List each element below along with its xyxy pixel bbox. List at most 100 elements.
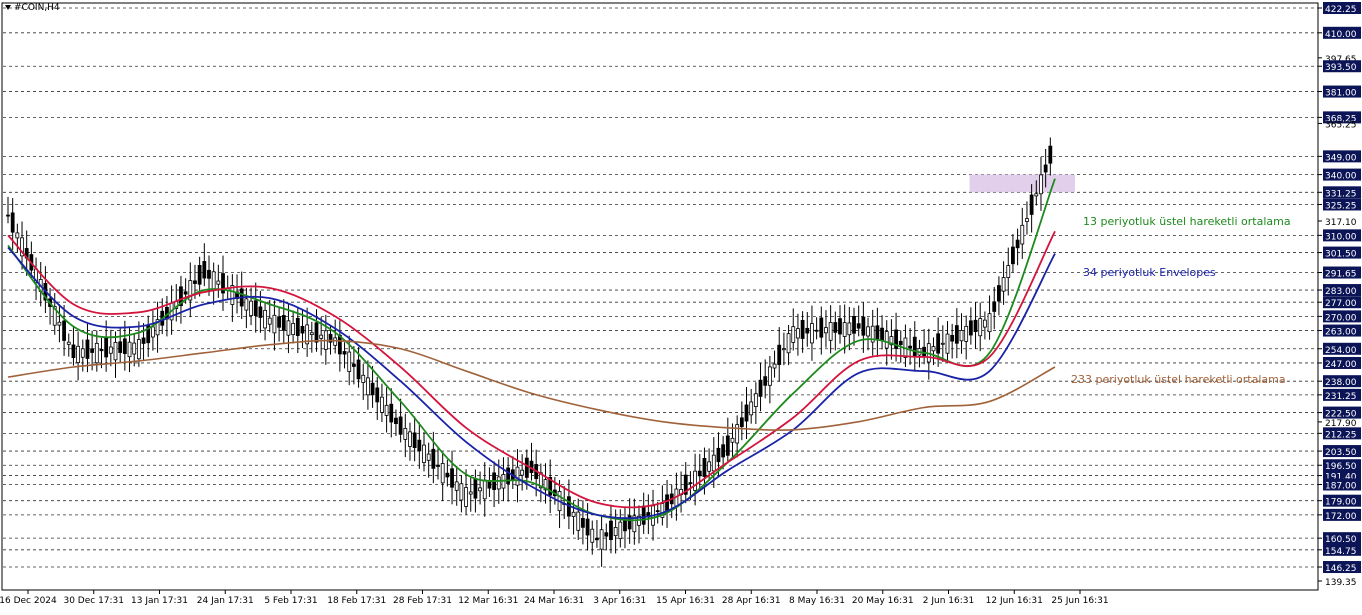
candle-up: [931, 346, 936, 352]
price-tag-label: 254.00: [1325, 346, 1357, 356]
candle-up: [113, 341, 118, 361]
candle-down: [1015, 239, 1020, 249]
candle-up: [244, 298, 249, 311]
price-tag-label: 410.00: [1325, 30, 1357, 40]
time-axis-label: 12 Jun 16:31: [986, 596, 1043, 606]
candle-down: [665, 494, 669, 511]
candle-up: [366, 377, 370, 396]
candle-down: [473, 478, 478, 499]
candle-down: [71, 344, 76, 358]
candle-down: [281, 315, 286, 331]
candle-up: [127, 341, 132, 358]
candle-down: [122, 338, 127, 354]
time-axis-label: 20 May 16:31: [852, 596, 914, 606]
price-tag-label: 393.50: [1325, 63, 1357, 73]
candle-down: [356, 359, 361, 380]
price-tag-label: 422.25: [1325, 5, 1357, 15]
symbol-text: #COIN,H4: [14, 3, 60, 13]
candle-up: [496, 476, 501, 490]
candle-up: [772, 363, 777, 369]
candle-up: [1034, 193, 1039, 197]
candle-up: [824, 327, 828, 334]
candle-down: [253, 300, 258, 316]
candle-down: [725, 435, 730, 456]
candle-up: [291, 323, 296, 336]
price-tag-label: 263.00: [1325, 328, 1357, 338]
candle-down: [805, 327, 810, 334]
time-axis-label: 15 Apr 16:31: [656, 596, 715, 606]
ema233-annotation: 233 periyotluk üstel hareketli ortalama: [1071, 373, 1286, 386]
candle-up: [1025, 218, 1029, 222]
candle-up: [150, 326, 155, 338]
candle-down: [721, 444, 726, 458]
candle-up: [964, 325, 969, 342]
candle-down: [852, 316, 856, 334]
candle-up: [1006, 265, 1011, 278]
candle-down: [141, 337, 146, 344]
time-axis-label: 30 Dec 17:31: [63, 596, 124, 606]
candle-down: [777, 344, 782, 365]
candle-down: [389, 403, 394, 423]
candle-down: [697, 470, 702, 477]
candle-down: [922, 346, 927, 357]
candle-down: [394, 417, 398, 425]
candle-down: [856, 323, 861, 329]
candle-down: [739, 417, 744, 427]
candle-down: [758, 379, 763, 397]
candle-down: [104, 337, 109, 358]
candle-up: [767, 366, 772, 386]
candle-up: [408, 431, 412, 447]
candle-down: [6, 214, 10, 217]
candle-down: [880, 327, 884, 341]
candle-up: [309, 332, 314, 335]
candle-up: [440, 463, 445, 484]
price-tag-label: 277.00: [1325, 299, 1357, 309]
candle-down: [744, 404, 749, 422]
candle-up: [730, 437, 735, 443]
candle-up: [216, 280, 221, 285]
candle-up: [786, 333, 791, 354]
candle-up: [735, 424, 740, 444]
candle-up: [707, 461, 712, 472]
candle-down: [342, 351, 347, 355]
candle-up: [515, 466, 520, 486]
candle-down: [183, 291, 188, 295]
time-axis-label: 16 Dec 2024: [0, 596, 57, 606]
candle-up: [590, 528, 595, 543]
candle-up: [319, 334, 324, 339]
candle-down: [875, 325, 880, 340]
price-chart[interactable]: 13 periyotluk üstel hareketli ortalama 34…: [0, 0, 1362, 611]
candle-down: [351, 363, 356, 367]
price-axis-label: 365.25: [1325, 120, 1357, 130]
candle-up: [810, 323, 814, 344]
ema13-annotation: 13 periyotluk üstel hareketli ortalama: [1083, 215, 1291, 228]
candle-up: [211, 271, 216, 291]
candle-up: [108, 346, 113, 354]
candle-down: [968, 320, 973, 336]
time-axis-label: 24 Mar 16:31: [524, 596, 584, 606]
candle-up: [136, 339, 141, 360]
candle-down: [445, 472, 450, 478]
price-axis-label: 139.35: [1325, 578, 1357, 588]
price-tag-label: 283.00: [1325, 287, 1357, 297]
candle-up: [576, 511, 581, 531]
candle-up: [267, 317, 272, 325]
candle-down: [258, 306, 263, 318]
chart-canvas[interactable]: 13 periyotluk üstel hareketli ortalama 34…: [0, 0, 1362, 611]
time-axis-label: 8 May 16:31: [789, 596, 845, 606]
price-tag-label: 325.25: [1325, 201, 1357, 211]
candle-down: [1029, 194, 1034, 215]
candle-up: [478, 487, 482, 492]
candle-up: [286, 320, 291, 336]
candle-down: [997, 285, 1001, 302]
candle-down: [436, 464, 440, 467]
candle-up: [361, 374, 366, 383]
price-tag-label: 238.00: [1325, 378, 1357, 388]
price-tag-label: 146.25: [1325, 564, 1357, 574]
dropdown-triangle-icon[interactable]: [5, 5, 11, 10]
price-tag-label: 340.00: [1325, 172, 1357, 182]
price-tag-label: 172.00: [1325, 512, 1357, 522]
candle-down: [197, 265, 202, 285]
candle-down: [1048, 145, 1053, 164]
candle-up: [749, 401, 754, 416]
